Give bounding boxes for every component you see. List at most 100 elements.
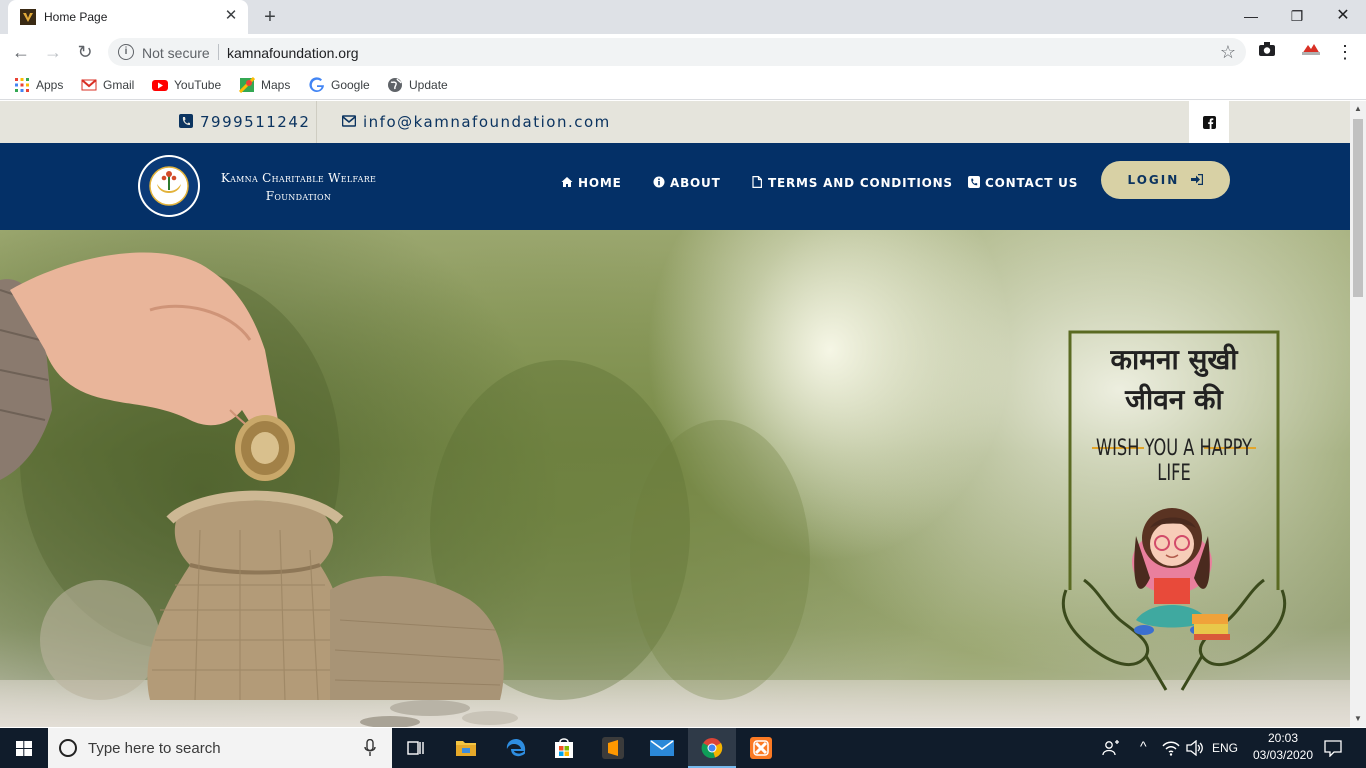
email-address: info@kamnafoundation.com <box>363 113 611 131</box>
nav-contact-label: CONTACT US <box>985 176 1079 190</box>
people-icon[interactable] <box>1102 739 1120 757</box>
facebook-button[interactable] <box>1189 101 1229 143</box>
main-navbar: Kamna Charitable Welfare Foundation HOME… <box>0 143 1350 230</box>
security-label[interactable]: Not secure <box>142 45 210 61</box>
store-button[interactable] <box>540 728 588 768</box>
nav-terms[interactable]: TERMS AND CONDITIONS <box>751 176 953 190</box>
bookmark-google[interactable]: Google <box>309 76 370 94</box>
start-button[interactable] <box>0 728 48 768</box>
scroll-up-icon[interactable]: ▲ <box>1350 101 1366 117</box>
reload-icon[interactable]: ↻ <box>72 40 98 64</box>
store-bag-icon <box>555 738 573 758</box>
hindi-line-2: जीवन की <box>1125 383 1223 416</box>
close-window-button[interactable]: ✕ <box>1320 4 1366 28</box>
bookmark-gmail[interactable]: Gmail <box>81 76 134 94</box>
topbar-divider <box>316 101 317 143</box>
info-icon[interactable]: i <box>118 44 134 60</box>
taskbar-search[interactable]: Type here to search <box>48 728 392 768</box>
scroll-thumb[interactable] <box>1353 119 1363 297</box>
tab-title: Home Page <box>44 10 108 24</box>
new-tab-button[interactable]: + <box>258 6 282 28</box>
edge-icon <box>506 739 526 757</box>
phone-contact[interactable]: 7999511242 <box>179 113 310 131</box>
globe-icon <box>388 77 402 92</box>
bookmark-label: Google <box>331 78 370 92</box>
sign-in-icon <box>1191 173 1204 186</box>
hero-tagline: WISH YOU A HAPPY LIFE <box>1096 436 1252 486</box>
microphone-icon[interactable] <box>364 739 376 757</box>
restore-button[interactable]: ❐ <box>1274 4 1320 28</box>
extension-icon[interactable] <box>1300 41 1322 63</box>
site-favicon-icon <box>20 9 36 25</box>
camera-icon[interactable] <box>1256 41 1278 63</box>
minimize-button[interactable]: — <box>1228 4 1274 28</box>
url-text[interactable]: kamnafoundation.org <box>227 45 359 61</box>
apps-grid-icon <box>15 77 29 92</box>
foundation-logo[interactable] <box>137 154 201 218</box>
browser-toolbar: ← → ↻ i Not secure kamnafoundation.org ☆… <box>0 34 1366 70</box>
contact-bar: 7999511242 info@kamnafoundation.com <box>0 101 1350 143</box>
xampp-icon <box>750 737 772 759</box>
windows-logo-icon <box>16 741 32 756</box>
search-icon <box>59 739 77 757</box>
nav-contact[interactable]: CONTACT US <box>968 176 1078 190</box>
menu-dots-icon[interactable]: ⋮ <box>1334 41 1356 63</box>
envelope-icon <box>342 115 356 127</box>
forward-icon[interactable]: → <box>40 40 66 64</box>
bookmark-update[interactable]: Update <box>387 76 448 94</box>
show-hidden-icons[interactable]: ^ <box>1140 738 1147 754</box>
page-scrollbar[interactable]: ▲ ▼ <box>1350 101 1366 727</box>
folder-icon <box>456 741 476 756</box>
bookmark-label: Apps <box>36 78 64 92</box>
scroll-down-icon[interactable]: ▼ <box>1350 711 1366 727</box>
nav-about-label: ABOUT <box>670 176 721 190</box>
tab-close-icon[interactable]: ✕ <box>222 7 240 25</box>
phone-icon <box>179 114 193 128</box>
chrome-button[interactable] <box>688 728 736 768</box>
nav-terms-label: TERMS AND CONDITIONS <box>768 176 953 190</box>
bookmark-label: YouTube <box>174 78 222 92</box>
hero-banner: कामना सुखी जीवन की WISH YOU A HAPPY LIFE <box>0 230 1350 727</box>
tab-home-page[interactable]: Home Page ✕ <box>8 0 248 34</box>
volume-icon[interactable] <box>1186 740 1204 756</box>
task-view-button[interactable] <box>392 728 440 768</box>
hindi-line-1: कामना सुखी <box>1110 343 1238 376</box>
bookmark-youtube[interactable]: YouTube <box>152 76 221 94</box>
bookmark-apps[interactable]: Apps <box>14 76 63 94</box>
edge-browser-button[interactable] <box>492 728 540 768</box>
sublime-icon <box>602 737 624 759</box>
login-button[interactable]: LOGIN <box>1101 161 1230 199</box>
file-explorer-button[interactable] <box>442 728 490 768</box>
brand-name[interactable]: Kamna Charitable Welfare Foundation <box>206 169 391 205</box>
login-label: LOGIN <box>1127 173 1180 187</box>
bookmarks-bar: Apps Gmail YouTube Maps Google Update <box>0 70 1366 100</box>
bookmark-label: Maps <box>261 78 291 92</box>
clock-time: 20:03 <box>1267 731 1299 745</box>
mail-button[interactable] <box>638 728 686 768</box>
nav-about[interactable]: ABOUT <box>653 176 721 190</box>
youtube-icon <box>152 79 168 91</box>
phone-number: 7999511242 <box>200 113 311 131</box>
clock[interactable]: 20:03 03/03/2020 <box>1252 731 1314 762</box>
language-indicator[interactable]: ENG <box>1212 741 1238 755</box>
windows-taskbar: Type here to search ^ ENG 20:03 03/03/20… <box>0 728 1366 768</box>
bookmark-label: Update <box>409 78 448 92</box>
back-icon[interactable]: ← <box>8 40 34 64</box>
bookmark-star-icon[interactable]: ☆ <box>1220 42 1236 63</box>
info-circle-icon <box>653 176 665 188</box>
bookmark-label: Gmail <box>103 78 135 92</box>
sublime-text-button[interactable] <box>589 728 637 768</box>
nav-home[interactable]: HOME <box>561 176 622 190</box>
omnibox-divider <box>218 44 219 60</box>
bookmark-maps[interactable]: Maps <box>239 76 290 94</box>
nav-home-label: HOME <box>578 176 622 190</box>
document-icon <box>752 176 762 188</box>
maps-icon <box>239 76 255 93</box>
xampp-button[interactable] <box>737 728 785 768</box>
email-contact[interactable]: info@kamnafoundation.com <box>342 113 611 131</box>
wifi-icon[interactable] <box>1162 740 1180 756</box>
phone-square-icon <box>968 176 980 188</box>
notification-icon[interactable] <box>1324 739 1342 757</box>
search-placeholder: Type here to search <box>88 740 221 757</box>
address-bar[interactable]: i Not secure kamnafoundation.org ☆ <box>108 38 1246 66</box>
